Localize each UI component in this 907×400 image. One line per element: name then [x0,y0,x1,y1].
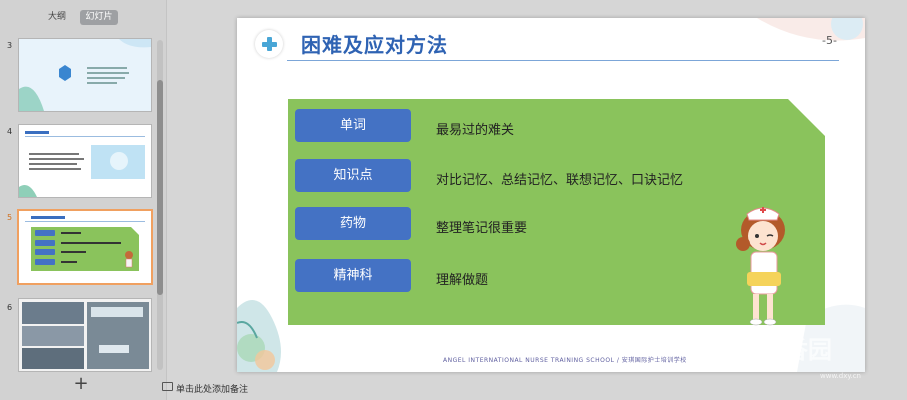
thumbnail-scrollbar[interactable] [157,40,163,370]
row-label-psychiatry: 精神科 [295,259,411,292]
add-slide-button[interactable]: + [72,375,90,393]
row-desc-knowledge: 对比记忆、总结记忆、联想记忆、口诀记忆 [436,173,684,188]
slide-number: 5 [7,213,13,222]
slide-5-preview [19,211,151,283]
row-label-vocabulary: 单词 [295,109,411,142]
slide-page-number: -5- [822,34,837,47]
row-label-knowledge: 知识点 [295,159,411,192]
title-underline [287,60,839,61]
slide-6-preview [19,299,151,371]
slide-thumbnail-3[interactable] [18,38,152,112]
row-desc-vocabulary: 最易过的难关 [436,123,515,138]
slide-canvas[interactable]: 困难及应对方法 -5- 单词 最易过的难关 知识点 对比记忆、总结记忆、联想记忆… [237,18,865,372]
tab-outline[interactable]: 大纲 [40,10,74,25]
row-label-drugs: 药物 [295,207,411,240]
tab-slides[interactable]: 幻灯片 [80,10,118,25]
slide-thumbnail-5[interactable] [17,209,153,285]
slide-4-preview [19,125,151,197]
slide-footer: ANGEL INTERNATIONAL NURSE TRAINING SCHOO… [443,357,687,364]
nurse-illustration [736,207,785,326]
notes-icon [162,382,173,391]
medical-cross-icon [255,30,283,58]
watermark-logo: 丁香园 [760,336,832,364]
slide-number: 6 [7,303,13,312]
slide-number: 3 [7,41,13,50]
slide-3-preview [19,39,151,111]
slide-thumbnail-4[interactable] [18,124,152,198]
slide-number: 4 [7,127,13,136]
slide-title: 困难及应对方法 [301,33,448,57]
slide-thumbnail-6[interactable] [18,298,152,372]
view-tabs: 大纲 幻灯片 [0,0,166,30]
notes-placeholder-text: 单击此处添加备注 [176,385,249,395]
slide-thumbnail-panel: 大纲 幻灯片 3 4 5 6 + [0,0,167,400]
watermark-url: www.dxy.cn [820,372,861,380]
scrollbar-thumb[interactable] [157,80,163,295]
notes-placeholder[interactable]: 单击此处添加备注 [162,382,249,395]
row-desc-drugs: 整理笔记很重要 [436,221,528,236]
row-desc-psychiatry: 理解做题 [436,273,489,288]
